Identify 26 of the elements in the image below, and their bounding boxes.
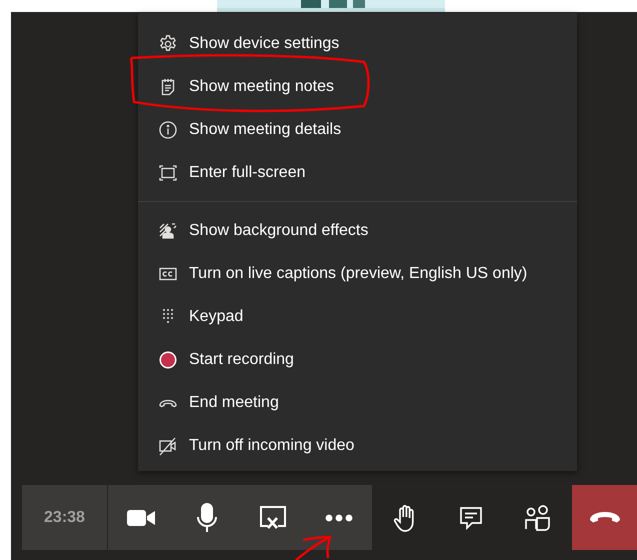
- menu-item[interactable]: Start recording: [189, 350, 294, 368]
- menu-item[interactable]: Keypad: [189, 308, 244, 326]
- info-icon: [158, 120, 178, 140]
- menu-item[interactable]: Show device settings: [189, 34, 340, 52]
- screen-share-icon: [258, 504, 288, 530]
- chat-icon: [458, 504, 484, 530]
- fullscreen-icon: [158, 162, 178, 182]
- person-background-icon: [158, 220, 178, 240]
- call-timer: 23:38: [44, 508, 85, 526]
- menu-item[interactable]: Turn off incoming video: [189, 436, 354, 454]
- menu-item[interactable]: Enter full-screen: [189, 164, 306, 182]
- menu-item[interactable]: Show meeting details: [189, 120, 342, 138]
- record-icon: [158, 350, 178, 370]
- microphone-icon: [195, 502, 219, 532]
- menu-item[interactable]: Show meeting notes: [189, 78, 334, 96]
- menu-item[interactable]: Turn on live captions (preview, English US only): [189, 264, 528, 282]
- video-off-icon: [158, 436, 178, 456]
- camera-button[interactable]: [108, 485, 174, 550]
- menu-item[interactable]: Show background effects: [189, 222, 368, 240]
- people-icon: [523, 504, 551, 532]
- gear-icon: [158, 34, 178, 54]
- hang-up-button[interactable]: [572, 485, 637, 550]
- more-icon: [325, 514, 353, 522]
- phone-icon: [588, 510, 620, 526]
- more-options-button[interactable]: [306, 485, 372, 550]
- menu-item[interactable]: End meeting: [189, 394, 279, 412]
